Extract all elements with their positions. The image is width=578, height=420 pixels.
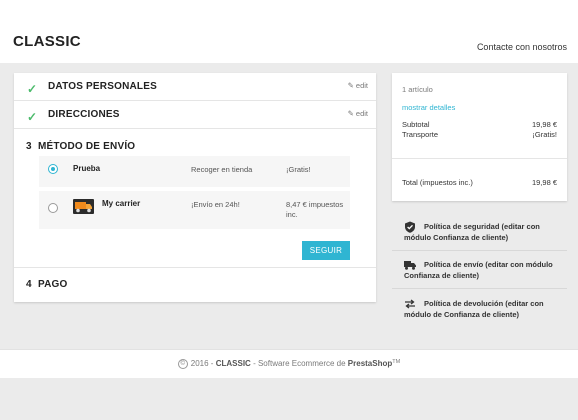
step-title: DATOS PERSONALES: [48, 81, 157, 92]
pencil-icon: ✎: [347, 81, 354, 90]
total-label: Total (impuestos inc.): [402, 178, 473, 187]
checkmark-icon: ✓: [27, 110, 38, 124]
checkmark-icon: ✓: [27, 82, 38, 96]
contact-link[interactable]: Contacte con nosotros: [477, 42, 567, 52]
carrier-option-prueba[interactable]: Prueba Recoger en tienda ¡Gratis!: [39, 156, 350, 187]
step-number: 4: [26, 279, 32, 290]
item-count: 1 artículo: [402, 85, 433, 94]
carrier-name: Prueba: [73, 164, 101, 173]
subtotal-row: Subtotal 19,98 €: [402, 120, 557, 129]
step-title: PAGO: [38, 279, 68, 290]
carrier-option-my-carrier[interactable]: My carrier ¡Envío en 24h! 8,47 € impuest…: [39, 191, 350, 229]
reassurance-item: Política de seguridad (editar con módulo…: [392, 211, 567, 251]
step-title: DIRECCIONES: [48, 109, 120, 120]
carrier-delay: Recoger en tienda: [191, 165, 253, 174]
cart-summary: 1 artículo mostrar detalles Subtotal 19,…: [392, 73, 567, 201]
site-footer: © 2016 - CLASSIC - Software Ecommerce de …: [0, 349, 578, 378]
footer-copyright[interactable]: © 2016 - CLASSIC - Software Ecommerce de …: [0, 359, 578, 369]
shipping-value: ¡Gratis!: [532, 130, 557, 139]
divider: [392, 158, 567, 159]
shop-logo[interactable]: CLASSIC: [13, 33, 81, 50]
truck-icon: [73, 199, 94, 214]
carrier-radio[interactable]: [48, 203, 58, 213]
edit-link[interactable]: ✎ edit: [348, 109, 368, 118]
reassurance-item: Política de devolución (editar con módul…: [392, 288, 567, 328]
pencil-icon: ✎: [347, 109, 354, 118]
carrier-delay: ¡Envío en 24h!: [191, 200, 240, 209]
show-details-link[interactable]: mostrar detalles: [402, 103, 455, 112]
reassurance-text: Política de envío (editar con módulo Con…: [404, 260, 553, 280]
edit-link[interactable]: ✎ edit: [348, 81, 368, 90]
carrier-price: 8,47 € impuestos inc.: [286, 200, 344, 219]
step-number: 3: [26, 141, 32, 152]
step-title: MÉTODO DE ENVÍO: [38, 141, 136, 152]
reassurance-item: Política de envío (editar con módulo Con…: [392, 249, 567, 289]
carrier-radio[interactable]: [48, 164, 58, 174]
step-payment: 4 PAGO: [14, 268, 376, 302]
step-personal-info[interactable]: ✓ DATOS PERSONALES ✎ edit: [14, 73, 376, 101]
carrier-name: My carrier: [102, 199, 141, 208]
total-value: 19,98 €: [531, 178, 557, 187]
carrier-price: ¡Gratis!: [286, 165, 311, 174]
continue-button[interactable]: SEGUIR: [302, 241, 350, 260]
subtotal-label: Subtotal: [402, 120, 430, 129]
step-shipping-method: 3 MÉTODO DE ENVÍO Prueba Recoger en tien…: [14, 129, 376, 268]
subtotal-value: 19,98 €: [531, 120, 557, 129]
total-row: Total (impuestos inc.) 19,98 €: [402, 178, 557, 187]
reassurance-text: Política de devolución (editar con módul…: [404, 299, 544, 319]
reassurance-text: Política de seguridad (editar con módulo…: [404, 222, 540, 242]
shipping-row: Transporte ¡Gratis!: [402, 130, 557, 139]
checkout-steps: ✓ DATOS PERSONALES ✎ edit ✓ DIRECCIONES ✎…: [14, 73, 376, 302]
step-addresses[interactable]: ✓ DIRECCIONES ✎ edit: [14, 101, 376, 129]
site-header: CLASSIC Contacte con nosotros: [0, 0, 578, 63]
shipping-label: Transporte: [402, 130, 438, 139]
copyright-icon: ©: [177, 359, 188, 369]
